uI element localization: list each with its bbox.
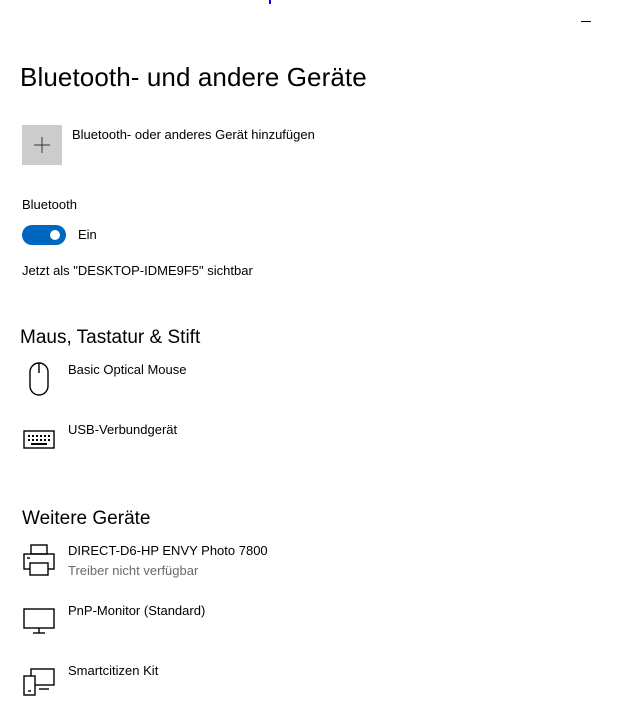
add-device-label[interactable]: Bluetooth- oder anderes Gerät hinzufügen (72, 127, 315, 142)
bluetooth-toggle-state: Ein (78, 227, 97, 242)
device-name: USB-Verbundgerät (68, 422, 178, 437)
devices-icon (23, 668, 55, 696)
section-title-other-devices: Weitere Geräte (22, 508, 151, 529)
add-device-button[interactable] (22, 125, 62, 165)
discoverable-status: Jetzt als "DESKTOP-IDME9F5" sichtbar (22, 263, 253, 278)
title-bar-accent (269, 0, 271, 4)
minimize-icon (581, 21, 591, 22)
device-item-smartcitizen[interactable]: Smartcitizen Kit (0, 663, 620, 707)
page-title: Bluetooth- und andere Geräte (20, 62, 367, 92)
device-name: Smartcitizen Kit (68, 663, 159, 678)
mouse-icon (29, 362, 49, 396)
section-title-input-devices: Maus, Tastatur & Stift (20, 327, 201, 348)
printer-icon (23, 544, 55, 576)
device-item-keyboard[interactable]: USB-Verbundgerät (0, 422, 620, 466)
device-status: Treiber nicht verfügbar (68, 563, 199, 578)
device-item-printer[interactable]: DIRECT-D6-HP ENVY Photo 7800 Treiber nic… (0, 543, 620, 587)
device-item-monitor[interactable]: PnP-Monitor (Standard) (0, 603, 620, 647)
keyboard-icon (23, 430, 55, 449)
monitor-icon (23, 608, 55, 634)
device-name: PnP-Monitor (Standard) (68, 603, 206, 618)
plus-icon (34, 137, 50, 153)
bluetooth-toggle[interactable] (22, 225, 66, 245)
bluetooth-label: Bluetooth (22, 197, 77, 212)
device-item-mouse[interactable]: Basic Optical Mouse (0, 362, 620, 406)
device-name: Basic Optical Mouse (68, 362, 187, 377)
toggle-knob (50, 230, 60, 240)
minimize-button[interactable] (576, 12, 596, 32)
device-name: DIRECT-D6-HP ENVY Photo 7800 (68, 543, 268, 558)
